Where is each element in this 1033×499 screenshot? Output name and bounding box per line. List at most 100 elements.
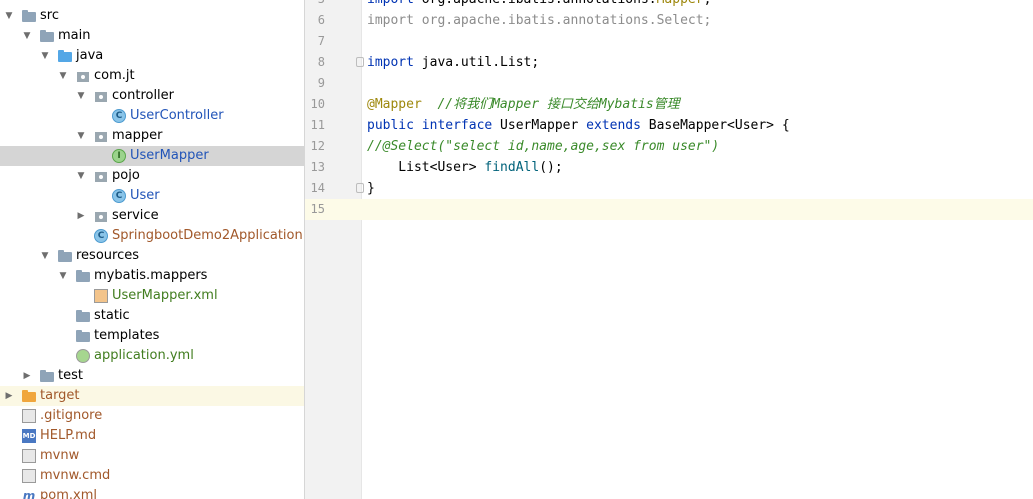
code-line[interactable]: 15 xyxy=(305,199,1033,220)
chevron-right-icon[interactable]: ▶ xyxy=(75,206,87,226)
tree-item-label: target xyxy=(40,388,80,403)
tree-item-java[interactable]: ▼ java xyxy=(0,46,304,66)
line-number: 7 xyxy=(317,34,325,48)
tree-item-usermapper[interactable]: I UserMapper xyxy=(0,146,304,166)
code-line[interactable]: 13 List<User> findAll(); xyxy=(305,157,1033,178)
tree-item-target[interactable]: ▶ target xyxy=(0,386,304,406)
line-number: 6 xyxy=(317,13,325,27)
markdown-file-icon: MD xyxy=(22,429,36,443)
code-line[interactable]: 5 import org.apache.ibatis.annotations.Ma… xyxy=(305,0,1033,10)
folder-icon xyxy=(76,269,90,283)
tree-item-help-md[interactable]: MD HELP.md xyxy=(0,426,304,446)
tree-item-label: pojo xyxy=(112,168,140,183)
tree-item-mapper[interactable]: ▼ mapper xyxy=(0,126,304,146)
code-text: List<User> findAll(); xyxy=(367,160,563,175)
code-line[interactable]: 10 @Mapper //将我们Mapper 接口交给Mybatis管理 xyxy=(305,94,1033,115)
code-line[interactable]: 8 import java.util.List; xyxy=(305,52,1033,73)
tree-item-label: UserMapper.xml xyxy=(112,288,218,303)
tree-item-label: .gitignore xyxy=(40,408,103,423)
tree-item-label: com.jt xyxy=(94,68,135,83)
tree-item-usercontroller[interactable]: C UserController xyxy=(0,106,304,126)
gitignore-file-icon xyxy=(22,409,36,423)
tree-item-mvnw-cmd[interactable]: mvnw.cmd xyxy=(0,466,304,486)
tree-item-label: main xyxy=(58,28,91,43)
tree-item-label: resources xyxy=(76,248,140,263)
line-number: 12 xyxy=(310,139,325,153)
tree-item-user[interactable]: C User xyxy=(0,186,304,206)
line-number: 8 xyxy=(317,55,325,69)
tree-item-pojo[interactable]: ▼ pojo xyxy=(0,166,304,186)
code-line[interactable]: 14} xyxy=(305,178,1033,199)
line-number: 5 xyxy=(305,0,325,10)
class-icon: C xyxy=(112,109,126,123)
code-text: @Mapper //将我们Mapper 接口交给Mybatis管理 xyxy=(367,97,680,112)
chevron-down-icon[interactable]: ▼ xyxy=(75,166,87,186)
tree-item-label: mvnw.cmd xyxy=(40,468,111,483)
tree-item-label: mapper xyxy=(112,128,163,143)
code-text: //@Select("select id,name,age,sex from u… xyxy=(367,139,720,154)
folder-icon xyxy=(76,329,90,343)
chevron-down-icon[interactable]: ▼ xyxy=(75,86,87,106)
tree-item-static[interactable]: static xyxy=(0,306,304,326)
code-text: } xyxy=(367,181,375,196)
code-text: import org.apache.ibatis.annotations.Map… xyxy=(367,0,711,10)
yaml-file-icon xyxy=(76,349,90,363)
chevron-down-icon[interactable]: ▼ xyxy=(21,26,33,46)
folder-icon xyxy=(40,29,54,43)
chevron-right-icon[interactable]: ▶ xyxy=(3,386,15,406)
tree-item-gitignore[interactable]: .gitignore xyxy=(0,406,304,426)
tree-item-com-jt[interactable]: ▼ com.jt xyxy=(0,66,304,86)
code-line[interactable]: 12 //@Select("select id,name,age,sex from… xyxy=(305,136,1033,157)
tree-item-mybatis-mappers[interactable]: ▼ mybatis.mappers xyxy=(0,266,304,286)
code-line[interactable]: 9 xyxy=(305,73,1033,94)
tree-item-label: service xyxy=(112,208,159,223)
package-icon xyxy=(94,209,108,223)
line-number: 14 xyxy=(310,181,325,195)
tree-item-springbootdemo2application[interactable]: C SpringbootDemo2Application xyxy=(0,226,304,246)
class-icon: C xyxy=(112,189,126,203)
folder-icon xyxy=(40,369,54,383)
code-line[interactable]: 11 public interface UserMapper extends Ba… xyxy=(305,115,1033,136)
chevron-down-icon[interactable]: ▼ xyxy=(39,46,51,66)
folder-icon xyxy=(22,9,36,23)
package-icon xyxy=(94,89,108,103)
tree-item-mvnw[interactable]: mvnw xyxy=(0,446,304,466)
tree-item-label: controller xyxy=(112,88,175,103)
tree-item-label: UserMapper xyxy=(130,148,209,163)
package-icon xyxy=(94,129,108,143)
xml-file-icon xyxy=(94,289,108,303)
tree-item-label: src xyxy=(40,8,59,23)
code-line[interactable]: 6 import org.apache.ibatis.annotations.Se… xyxy=(305,10,1033,31)
tree-item-main[interactable]: ▼ main xyxy=(0,26,304,46)
tree-item-usermapper-xml[interactable]: UserMapper.xml xyxy=(0,286,304,306)
line-number: 9 xyxy=(317,76,325,90)
chevron-down-icon[interactable]: ▼ xyxy=(39,246,51,266)
tree-item-templates[interactable]: templates xyxy=(0,326,304,346)
tree-item-test[interactable]: ▶ test xyxy=(0,366,304,386)
tree-item-resources[interactable]: ▼ resources xyxy=(0,246,304,266)
excluded-folder-icon xyxy=(22,389,36,403)
script-file-icon xyxy=(22,449,36,463)
tree-item-pom-xml[interactable]: m pom.xml xyxy=(0,486,304,499)
tree-item-service[interactable]: ▶ service xyxy=(0,206,304,226)
cmd-file-icon xyxy=(22,469,36,483)
fold-marker-icon[interactable] xyxy=(356,183,364,193)
chevron-down-icon[interactable]: ▼ xyxy=(3,6,15,26)
line-number: 10 xyxy=(310,97,325,111)
tree-item-src[interactable]: ▼ src xyxy=(0,6,304,26)
code-text: import java.util.List; xyxy=(367,55,540,70)
fold-marker-icon[interactable] xyxy=(356,57,364,67)
chevron-down-icon[interactable]: ▼ xyxy=(57,66,69,86)
tree-item-controller[interactable]: ▼ controller xyxy=(0,86,304,106)
line-number: 15 xyxy=(310,202,325,216)
interface-icon: I xyxy=(112,149,126,163)
tree-item-application-yml[interactable]: application.yml xyxy=(0,346,304,366)
tree-item-label: templates xyxy=(94,328,160,343)
chevron-down-icon[interactable]: ▼ xyxy=(57,266,69,286)
chevron-right-icon[interactable]: ▶ xyxy=(21,366,33,386)
chevron-down-icon[interactable]: ▼ xyxy=(75,126,87,146)
package-icon xyxy=(76,69,90,83)
code-text: public interface UserMapper extends Base… xyxy=(367,118,790,133)
code-line[interactable]: 7 xyxy=(305,31,1033,52)
tree-item-label: mybatis.mappers xyxy=(94,268,208,283)
